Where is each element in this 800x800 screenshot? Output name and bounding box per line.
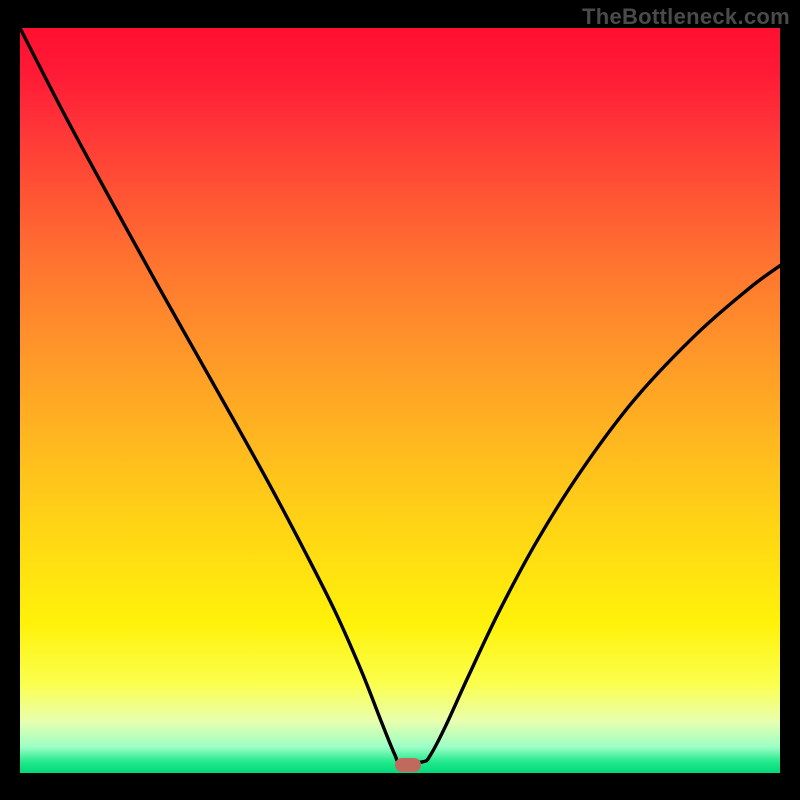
minimum-marker bbox=[395, 758, 421, 772]
plot-area bbox=[20, 28, 780, 773]
curve-path bbox=[20, 28, 780, 763]
chart-frame: TheBottleneck.com bbox=[0, 0, 800, 800]
watermark-text: TheBottleneck.com bbox=[582, 4, 790, 30]
bottleneck-curve bbox=[20, 28, 780, 773]
